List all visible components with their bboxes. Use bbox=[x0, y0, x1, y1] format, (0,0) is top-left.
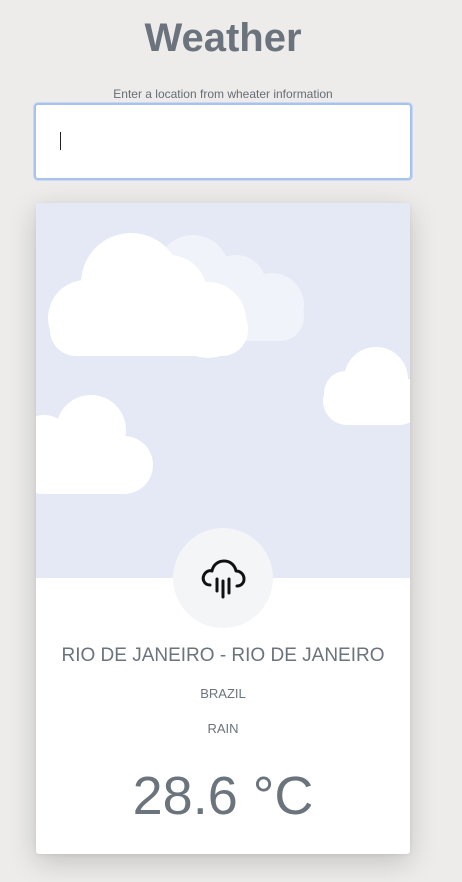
weather-condition: RAIN bbox=[207, 721, 239, 736]
country-name: BRAZIL bbox=[200, 686, 246, 701]
location-search-input[interactable] bbox=[34, 103, 412, 180]
temperature-value: 28.6 °C bbox=[132, 766, 314, 826]
sky-illustration bbox=[36, 203, 410, 578]
weather-app: Weather Enter a location from wheater in… bbox=[0, 0, 462, 882]
clouds-illustration bbox=[36, 233, 410, 494]
search-label: Enter a location from wheater informatio… bbox=[113, 87, 333, 101]
cloud-right bbox=[323, 347, 410, 425]
cloud-left bbox=[36, 395, 153, 494]
page-title: Weather bbox=[144, 16, 302, 60]
cloud-rain-icon bbox=[201, 559, 246, 599]
weather-icon-badge bbox=[173, 528, 273, 628]
text-caret bbox=[60, 132, 61, 150]
weather-card: RIO DE JANEIRO - RIO DE JANEIRO BRAZIL R… bbox=[36, 203, 410, 854]
location-name: RIO DE JANEIRO - RIO DE JANEIRO bbox=[61, 645, 385, 666]
